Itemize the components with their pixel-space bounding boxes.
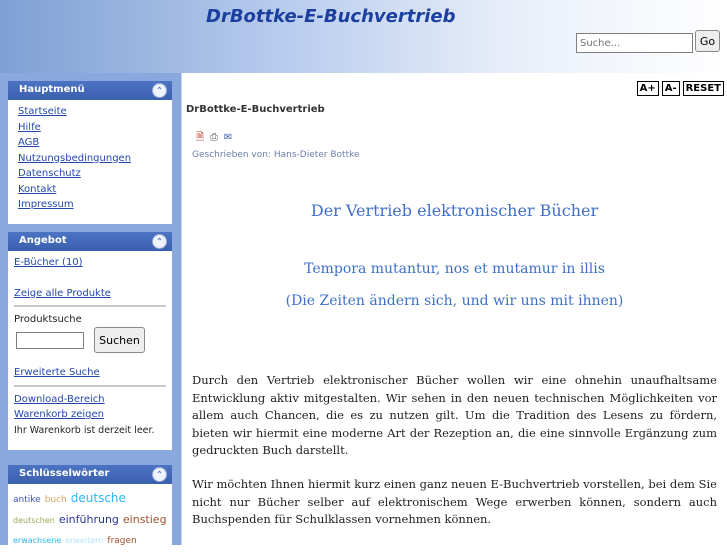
offer-header: Angebot ⌃	[8, 232, 172, 251]
article-subheading-latin: Tempora mutantur, nos et mutamur in illi…	[304, 261, 605, 277]
site-search-button[interactable]: Go	[695, 30, 720, 52]
article-subheading-german: (Die Zeiten ändern sich, und wir uns mit…	[285, 293, 624, 309]
article-title: DrBottke-E-Buchvertrieb	[186, 104, 325, 115]
article-paragraph-2: Wir möchten Ihnen hiermit kurz einen gan…	[192, 477, 717, 526]
article-paragraph-1: Durch den Vertrieb elektronischer Bücher…	[192, 373, 717, 457]
font-size-tools: A+ A- RESET	[634, 76, 724, 96]
article-actions: 🗎 ⎙ ✉	[194, 125, 236, 144]
main-content: A+ A- RESET	[181, 73, 727, 545]
keyword-tag[interactable]: erwachsene	[13, 536, 61, 545]
main-menu-header: Hauptmenü ⌃	[8, 81, 172, 100]
page-header: DrBottke-E-Buchvertrieb Go	[0, 0, 727, 73]
menu-item-impressum[interactable]: Impressum	[18, 197, 172, 213]
download-area-link[interactable]: Download-Bereich	[14, 392, 172, 408]
keyword-tag[interactable]: antike	[13, 495, 41, 505]
email-icon[interactable]: ✉	[222, 132, 234, 144]
menu-item-agb[interactable]: AGB	[18, 135, 172, 151]
product-search-input[interactable]	[16, 332, 84, 349]
ebooks-category-link[interactable]: E-Bücher (10)	[14, 255, 172, 271]
site-search-input[interactable]	[576, 33, 693, 53]
offer-module: Angebot ⌃ E-Bücher (10) Zeige alle Produ…	[8, 232, 172, 450]
keyword-cloud: antike buch deutsche deutschen einführung ei…	[8, 484, 172, 550]
menu-item-datenschutz[interactable]: Datenschutz	[18, 166, 172, 182]
collapse-icon[interactable]: ⌃	[152, 467, 167, 482]
divider	[14, 305, 166, 307]
keyword-tag[interactable]: deutschen	[13, 516, 55, 525]
keywords-title: Schlüsselwörter	[19, 468, 110, 479]
show-cart-link[interactable]: Warenkorb zeigen	[14, 407, 172, 423]
main-menu-title: Hauptmenü	[19, 84, 85, 95]
menu-item-hilfe[interactable]: Hilfe	[18, 120, 172, 136]
site-title[interactable]: DrBottke-E-Buchvertrieb	[206, 6, 455, 27]
article-author: Geschrieben von: Hans-Dieter Bottke	[192, 150, 360, 160]
keywords-header: Schlüsselwörter ⌃	[8, 465, 172, 484]
article-heading: Der Vertrieb elektronischer Bücher	[310, 201, 599, 220]
main-menu-module: Hauptmenü ⌃ Startseite Hilfe AGB Nutzung…	[8, 81, 172, 224]
print-icon[interactable]: ⎙	[208, 132, 220, 144]
product-search-button[interactable]: Suchen	[94, 327, 145, 353]
collapse-icon[interactable]: ⌃	[152, 83, 167, 98]
show-all-products-link[interactable]: Zeige alle Produkte	[14, 286, 172, 302]
font-reset-button[interactable]: RESET	[682, 81, 724, 96]
keyword-tag[interactable]: deutsche	[71, 491, 126, 505]
offer-content: E-Bücher (10) Zeige alle Produkte Produk…	[8, 251, 172, 438]
divider	[14, 384, 166, 387]
keyword-tag[interactable]: einstieg	[123, 513, 167, 526]
keyword-tag[interactable]: buch	[45, 495, 67, 505]
font-increase-button[interactable]: A+	[636, 81, 659, 96]
menu-item-startseite[interactable]: Startseite	[18, 104, 172, 120]
keyword-tag[interactable]: einführung	[59, 513, 119, 526]
font-decrease-button[interactable]: A-	[661, 81, 680, 96]
pdf-icon[interactable]: 🗎	[194, 132, 206, 144]
advanced-search-link[interactable]: Erweiterte Suche	[14, 365, 172, 381]
collapse-icon[interactable]: ⌃	[152, 234, 167, 249]
product-search-label: Produktsuche	[14, 314, 82, 325]
keywords-module: Schlüsselwörter ⌃ antike buch deutsche deu…	[8, 465, 172, 555]
menu-item-nutzungsbedingungen[interactable]: Nutzungsbedingungen	[18, 151, 172, 167]
main-menu-list: Startseite Hilfe AGB Nutzungsbedingungen…	[8, 100, 172, 213]
keyword-tag[interactable]: erweitern	[65, 536, 103, 545]
sidebar: Hauptmenü ⌃ Startseite Hilfe AGB Nutzung…	[0, 73, 181, 555]
cart-status: Ihr Warenkorb ist derzeit leer.	[14, 424, 155, 436]
menu-item-kontakt[interactable]: Kontakt	[18, 182, 172, 198]
offer-title: Angebot	[19, 235, 67, 246]
